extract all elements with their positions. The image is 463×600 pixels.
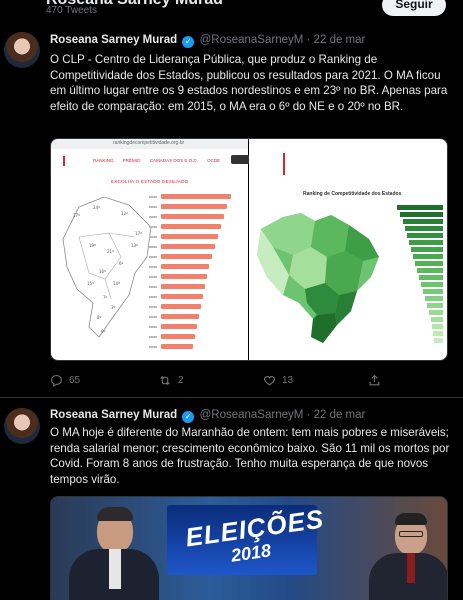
brazil-choropleth-map xyxy=(257,213,379,343)
tweet-count: 470 Tweets xyxy=(46,5,97,16)
brazil-outline-map: 27º 24º 12º 17º 13º 19º 21º 6º 16º 15º 14º 7º 3º… xyxy=(62,196,152,338)
tweet-header: Roseana Sarney Murad ✓ @RoseanaSarneyM ·… xyxy=(50,34,365,48)
svg-text:14º: 14º xyxy=(113,281,120,286)
share-icon xyxy=(369,374,380,386)
browser-url: rankingdecompetitividade.org.br xyxy=(113,140,185,146)
share-button[interactable] xyxy=(368,374,381,387)
profile-header: Roseana Sarney Murad 470 Tweets Seguir xyxy=(0,0,463,20)
svg-text:21º: 21º xyxy=(107,249,114,254)
svg-text:24º: 24º xyxy=(93,205,100,210)
election-screen: ELEIÇÕES 2018 xyxy=(167,503,326,575)
clp-logo xyxy=(63,156,87,166)
svg-text:15º: 15º xyxy=(87,281,94,286)
svg-text:19º: 19º xyxy=(89,243,96,248)
user-handle[interactable]: @RoseanaSarneyM xyxy=(200,34,304,46)
user-handle[interactable]: @RoseanaSarneyM xyxy=(200,409,304,421)
map-chart-title: Ranking de Competitividade dos Estados xyxy=(303,191,402,197)
verified-icon: ✓ xyxy=(182,411,195,423)
follow-button[interactable]: Seguir xyxy=(382,0,446,16)
separator: · xyxy=(306,409,311,421)
reply-button[interactable]: 65 xyxy=(50,374,80,387)
section-title: ESCOLHA O ESTADO DESEJADO xyxy=(111,179,189,184)
svg-text:9º: 9º xyxy=(101,329,106,334)
tweet-date[interactable]: 22 de mar xyxy=(314,34,366,46)
avatar[interactable] xyxy=(4,408,40,444)
svg-text:6º: 6º xyxy=(119,261,124,266)
svg-text:8º: 8º xyxy=(97,315,102,320)
retweet-icon xyxy=(160,375,170,386)
ranking-bars xyxy=(395,205,443,345)
verified-icon: ✓ xyxy=(182,36,195,48)
election-year: 2018 xyxy=(229,540,273,566)
tweet-1[interactable]: Roseana Sarney Murad ✓ @RoseanaSarneyM ·… xyxy=(0,20,463,398)
avatar[interactable] xyxy=(4,32,40,68)
nav-item[interactable]: CAMADAS DOS E.O.D. xyxy=(150,158,198,163)
user-name[interactable]: Roseana Sarney Murad xyxy=(50,34,177,46)
reply-icon xyxy=(51,375,62,387)
separator: · xyxy=(306,34,311,46)
site-nav: RANKING PRÊMIO CAMADAS DOS E.O.D. OCDE xyxy=(93,158,220,163)
like-button[interactable]: 13 xyxy=(263,374,293,387)
tweet-text: O CLP - Centro de Liderança Pública, que… xyxy=(50,53,448,113)
svg-text:3º: 3º xyxy=(111,305,116,310)
svg-text:16º: 16º xyxy=(99,269,106,274)
tweet-header: Roseana Sarney Murad ✓ @RoseanaSarneyM ·… xyxy=(50,409,365,423)
browser-bar: rankingdecompetitividade.org.br xyxy=(51,139,248,149)
nav-item[interactable]: RANKING xyxy=(93,158,114,163)
site-button[interactable] xyxy=(231,155,251,164)
nav-item[interactable]: PRÊMIO xyxy=(123,158,141,163)
nav-item[interactable]: OCDE xyxy=(207,158,220,163)
tweet-2[interactable]: Roseana Sarney Murad ✓ @RoseanaSarneyM ·… xyxy=(0,398,463,600)
media-left-image[interactable]: rankingdecompetitividade.org.br RANKING … xyxy=(51,139,251,360)
person-right xyxy=(369,513,447,600)
tweet-date[interactable]: 22 de mar xyxy=(314,409,366,421)
person-left xyxy=(69,505,159,600)
reply-count: 65 xyxy=(69,375,81,386)
clp-logo-right xyxy=(283,153,309,175)
svg-text:27º: 27º xyxy=(73,213,80,218)
like-count: 13 xyxy=(282,375,294,386)
heart-icon xyxy=(264,376,275,386)
svg-text:7º: 7º xyxy=(103,295,108,300)
user-name[interactable]: Roseana Sarney Murad xyxy=(50,409,177,421)
ranking-list xyxy=(149,193,241,353)
svg-text:17º: 17º xyxy=(135,231,142,236)
tweet-media[interactable]: ELEIÇÕES 2018 xyxy=(50,496,448,600)
tweet-actions: 65 2 13 xyxy=(50,374,390,390)
svg-text:12º: 12º xyxy=(121,211,128,216)
retweet-count: 2 xyxy=(178,375,184,386)
svg-text:13º: 13º xyxy=(131,243,138,248)
tweet-text: O MA hoje é diferente do Maranhão de ont… xyxy=(50,426,450,486)
retweet-button[interactable]: 2 xyxy=(158,374,184,387)
tweet-media[interactable]: rankingdecompetitividade.org.br RANKING … xyxy=(50,138,448,361)
media-right-image[interactable]: Ranking de Competitividade dos Estados xyxy=(249,139,447,360)
